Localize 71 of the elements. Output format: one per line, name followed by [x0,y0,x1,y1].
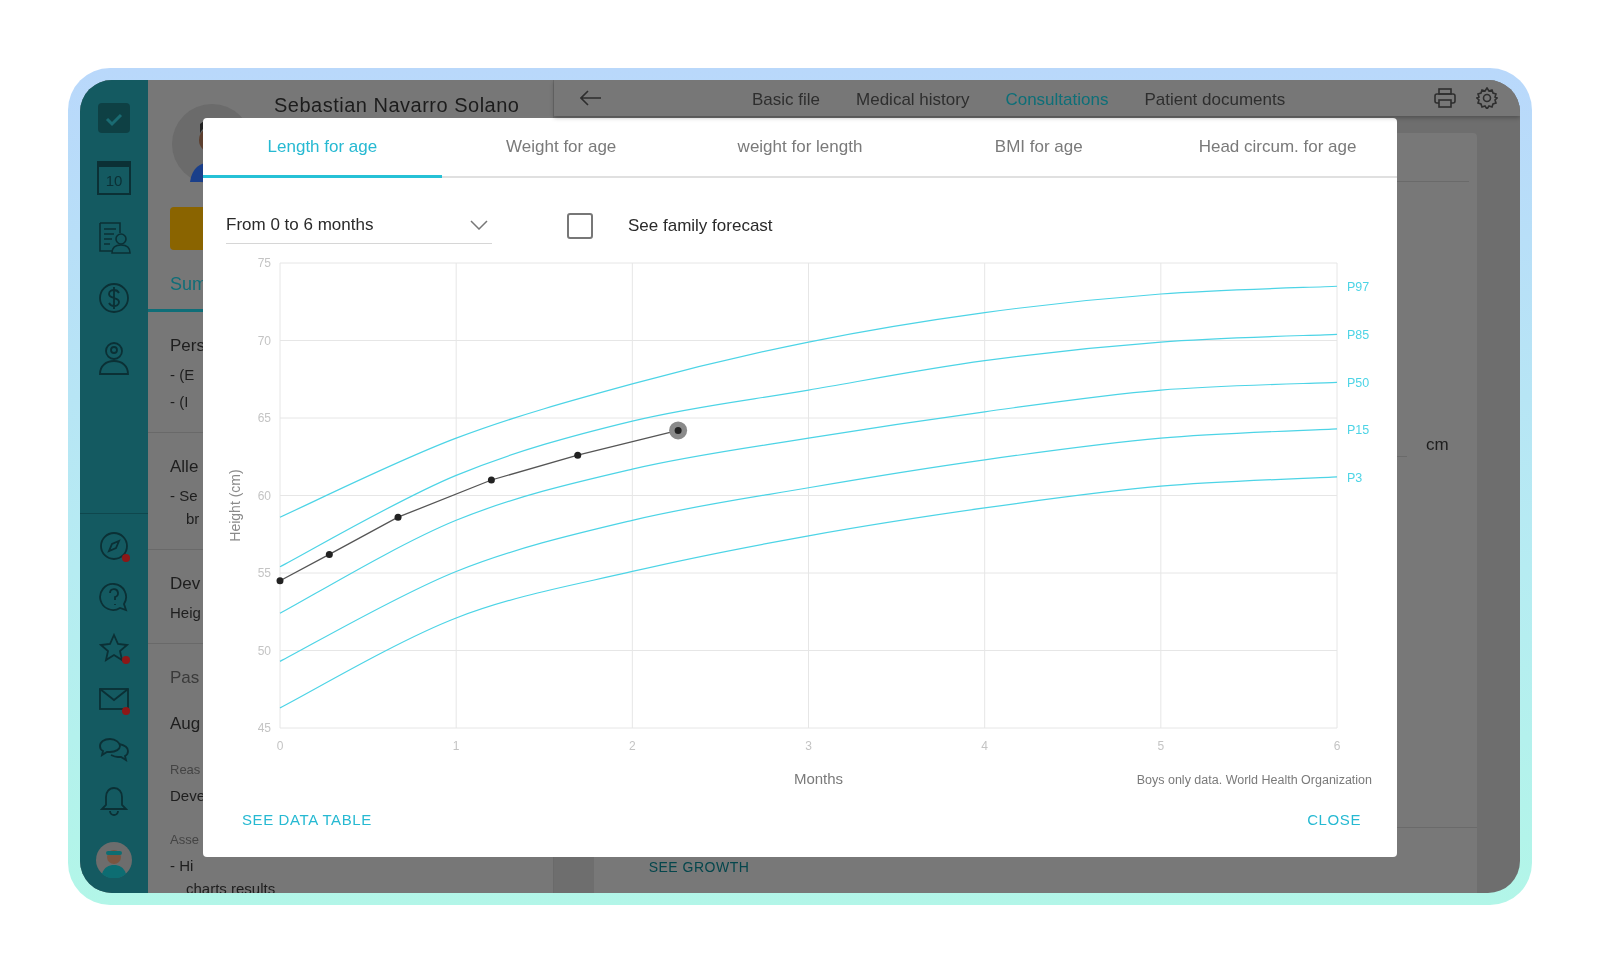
summary-text: - (E [170,366,195,383]
x-tick-label: 2 [629,739,636,753]
data-point [574,451,582,459]
range-dropdown[interactable]: From 0 to 6 months [226,208,492,244]
summary-text: br [186,510,200,527]
x-tick-label: 5 [1157,739,1165,753]
y-tick-label: 45 [257,721,271,735]
percentile-label: P85 [1347,328,1370,343]
x-axis-title: Months [793,770,844,787]
y-tick-label: 50 [257,643,271,658]
patient-name: Sebastian Navarro Solano [274,94,520,117]
chart-tab[interactable]: Weight for age [441,118,681,178]
help-bubble-icon[interactable] [99,581,129,612]
print-icon[interactable] [1434,88,1456,108]
checklist-icon[interactable] [97,101,131,135]
x-tick-label: 3 [805,739,812,753]
person-icon[interactable] [98,341,130,375]
data-point [394,513,402,521]
bell-icon[interactable] [100,785,128,816]
y-tick-label: 65 [257,411,271,425]
source-note: Boys only data. World Health Organization [1136,773,1372,787]
y-tick-label: 75 [257,256,271,270]
nav-tab[interactable]: Basic file [752,90,821,110]
dollar-icon[interactable] [98,282,130,314]
x-tick-label: 6 [1333,739,1341,753]
percentile-label: P15 [1347,422,1370,437]
user-avatar[interactable] [96,842,132,878]
percentile-label: P97 [1347,280,1370,295]
data-point [325,550,333,558]
chart-tab[interactable]: Length for age [203,118,442,178]
percentile-label: P3 [1347,470,1363,485]
section-heading: Dev [170,574,201,594]
summary-text: - Hi [170,857,194,874]
section-heading: Aug [170,714,201,734]
section-heading: Pas [170,668,200,688]
settings-icon[interactable] [1476,87,1498,109]
section-heading: Pers [170,336,205,356]
checkbox[interactable] [567,213,593,239]
nav-tab[interactable]: Patient documents [1144,90,1286,110]
chevron-down-icon [470,219,488,230]
back-arrow-icon[interactable] [580,90,602,106]
document-user-icon[interactable] [97,221,131,255]
chart-tab[interactable]: weight for length [680,118,920,178]
x-tick-label: 1 [452,739,460,753]
percentile-label: P50 [1347,376,1370,391]
chart-tab[interactable]: BMI for age [919,118,1159,178]
chat-icon[interactable] [99,735,129,764]
chart-tab[interactable]: Head circum. for age [1158,118,1397,178]
compass-icon[interactable] [99,530,129,561]
highlighted-point[interactable] [669,421,688,440]
nav-tab[interactable]: Medical history [856,90,970,110]
data-point [487,476,495,484]
mail-icon[interactable] [99,686,129,711]
section-heading: Alle [170,457,199,477]
x-tick-label: 4 [981,739,988,753]
data-point [276,577,284,585]
summary-text: Heig [170,604,201,621]
unit-label: cm [1426,434,1449,455]
y-tick-label: 70 [257,333,271,348]
summary-text: - Se [170,487,198,504]
y-axis-title: Height (cm) [227,469,243,542]
y-tick-label: 55 [257,566,271,580]
star-icon[interactable] [99,632,129,663]
x-tick-label: 0 [276,739,284,753]
summary-text: Deve [170,787,206,804]
dialog-action-link[interactable]: SEE DATA TABLE [242,811,372,828]
growth-charts-button[interactable]: SEE GROWTH [644,859,754,875]
checkbox-label: See family forecast [628,216,773,236]
y-tick-label: 60 [257,488,271,503]
summary-text: - (I [170,393,189,410]
dialog-action-link[interactable]: CLOSE [1307,811,1361,828]
